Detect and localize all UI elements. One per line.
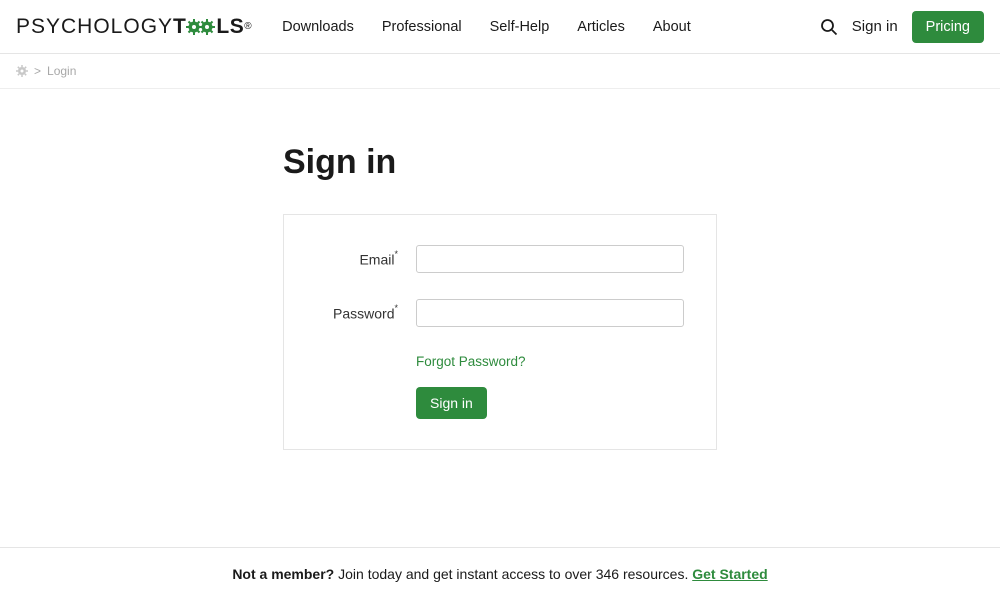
header-right: Sign in Pricing bbox=[820, 11, 984, 43]
email-row: Email* bbox=[316, 245, 684, 273]
registered-mark: ® bbox=[244, 21, 252, 32]
nav-about[interactable]: About bbox=[653, 19, 691, 35]
get-started-link[interactable]: Get Started bbox=[692, 566, 767, 582]
main-content: Sign in Email* Password* Forgot Password… bbox=[0, 89, 1000, 548]
forgot-password-link[interactable]: Forgot Password? bbox=[416, 354, 526, 369]
search-icon[interactable] bbox=[820, 18, 838, 36]
main-nav: Downloads Professional Self-Help Article… bbox=[282, 19, 691, 35]
email-label-text: Email bbox=[359, 251, 394, 267]
gear-icon bbox=[186, 19, 216, 35]
brand-logo[interactable]: PSYCHOLOGY T bbox=[16, 15, 252, 39]
email-label: Email* bbox=[316, 251, 416, 268]
password-field[interactable] bbox=[416, 299, 684, 327]
nav-articles[interactable]: Articles bbox=[577, 19, 625, 35]
logo-text-ls: LS bbox=[216, 15, 244, 39]
password-label: Password* bbox=[316, 305, 416, 322]
signin-button[interactable]: Sign in bbox=[416, 387, 487, 419]
nav-self-help[interactable]: Self-Help bbox=[490, 19, 550, 35]
email-field[interactable] bbox=[416, 245, 684, 273]
footer-text: Join today and get instant access to ove… bbox=[334, 566, 692, 582]
footer-lead: Not a member? bbox=[232, 566, 334, 582]
header-signin-link[interactable]: Sign in bbox=[852, 18, 898, 35]
signin-form: Email* Password* Forgot Password? Sign i… bbox=[283, 214, 717, 450]
breadcrumb-separator: > bbox=[34, 64, 41, 78]
password-row: Password* bbox=[316, 299, 684, 327]
required-mark: * bbox=[394, 249, 398, 259]
form-actions: Forgot Password? Sign in bbox=[416, 353, 684, 419]
logo-text-psychology: PSYCHOLOGY bbox=[16, 15, 173, 39]
header: PSYCHOLOGY T bbox=[0, 0, 1000, 54]
home-icon[interactable] bbox=[16, 65, 28, 77]
footer: Not a member? Join today and get instant… bbox=[0, 548, 1000, 608]
nav-professional[interactable]: Professional bbox=[382, 19, 462, 35]
page-title: Sign in bbox=[283, 143, 717, 182]
pricing-button[interactable]: Pricing bbox=[912, 11, 984, 43]
password-label-text: Password bbox=[333, 305, 394, 321]
breadcrumb-current: Login bbox=[47, 64, 76, 78]
logo-text-t: T bbox=[173, 15, 186, 39]
nav-downloads[interactable]: Downloads bbox=[282, 19, 354, 35]
required-mark: * bbox=[394, 303, 398, 313]
breadcrumb: > Login bbox=[0, 54, 1000, 89]
